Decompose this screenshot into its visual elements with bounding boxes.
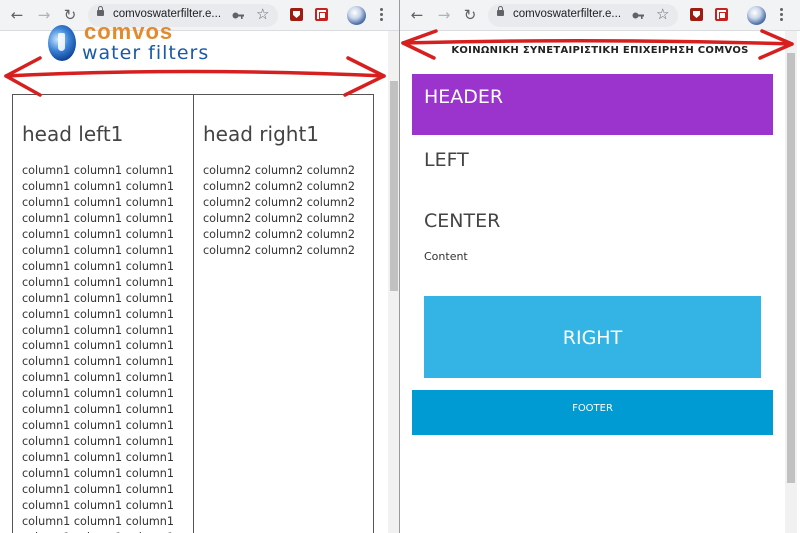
column-line: column1 column1 column1 xyxy=(22,403,175,417)
column-line: column2 column2 column2 xyxy=(203,227,356,241)
column-line: column1 column1 column1 xyxy=(22,243,175,257)
lock-icon xyxy=(97,6,104,16)
left-browser-window: ← → ↻ comvoswaterfilter.e... ☆ comvos wa… xyxy=(0,0,400,533)
column-heading: head left1 xyxy=(22,122,124,146)
column-right: head right1 column2 column2 column2 colum… xyxy=(194,95,374,533)
star-icon[interactable]: ☆ xyxy=(656,6,669,22)
column-line: column1 column1 column1 xyxy=(22,291,175,305)
column-text: column1 column1 column1 column1 column1 c… xyxy=(22,163,174,533)
column-line: column2 column2 column2 xyxy=(203,211,356,225)
column-line: column2 column2 column2 xyxy=(203,179,356,193)
globe-logo-icon xyxy=(48,25,76,61)
column-line: column1 column1 column1 xyxy=(22,339,175,353)
column-line: column1 column1 column1 xyxy=(22,419,175,433)
column-line: column2 column2 column2 xyxy=(203,243,356,257)
column-text: column2 column2 column2 column2 column2 c… xyxy=(203,163,355,259)
site-logo[interactable]: comvos water filters xyxy=(48,19,248,71)
footer-label: FOOTER xyxy=(572,403,613,414)
column-line: column1 column1 column1 xyxy=(22,323,175,337)
column-line: column1 column1 column1 xyxy=(22,164,175,177)
column-heading: head right1 xyxy=(203,122,320,146)
key-icon[interactable] xyxy=(632,10,644,21)
vertical-scrollbar[interactable] xyxy=(388,31,399,533)
right-browser-window: ← → ↻ comvoswaterfilter.e... ☆ ΚΟΙΝΩΝΙΚΗ… xyxy=(400,0,800,533)
two-column-table: head left1 column1 column1 column1 column… xyxy=(12,94,374,533)
footer-section: FOOTER xyxy=(412,390,773,435)
column-line: column1 column1 column1 xyxy=(22,179,175,193)
profile-avatar-icon[interactable] xyxy=(347,6,366,25)
browser-toolbar: ← → ↻ comvoswaterfilter.e... ☆ xyxy=(400,0,800,31)
extension-icon[interactable] xyxy=(715,8,728,21)
column-line: column1 column1 column1 xyxy=(22,275,175,289)
forward-arrow-icon[interactable]: → xyxy=(436,7,452,23)
column-line: column1 column1 column1 xyxy=(22,371,175,385)
back-arrow-icon[interactable]: ← xyxy=(9,7,25,23)
right-section: RIGHT xyxy=(424,296,761,378)
column-line: column1 column1 column1 xyxy=(22,499,175,513)
column-line: column1 column1 column1 xyxy=(22,435,175,449)
forward-arrow-icon[interactable]: → xyxy=(36,7,52,23)
column-left: head left1 column1 column1 column1 column… xyxy=(13,95,194,533)
column-line: column2 column2 column2 xyxy=(203,164,356,177)
lock-icon xyxy=(497,6,504,16)
center-section-label: CENTER xyxy=(424,210,501,232)
column-line: column1 column1 column1 xyxy=(22,211,175,225)
column-line: column1 column1 column1 xyxy=(22,387,175,401)
scrollbar-thumb[interactable] xyxy=(390,81,398,291)
ublock-icon[interactable] xyxy=(290,8,303,21)
content-text: Content xyxy=(424,250,468,263)
extension-icon[interactable] xyxy=(315,8,328,21)
key-icon[interactable] xyxy=(232,10,244,21)
vertical-scrollbar[interactable] xyxy=(785,31,797,533)
header-section: HEADER xyxy=(412,74,773,135)
site-title: ΚΟΙΝΩΝΙΚΗ ΣΥΝΕΤΑΙΡΙΣΤΙΚΗ ΕΠΙΧΕΙΡΗΣΗ COMV… xyxy=(451,45,749,56)
menu-kebab-icon[interactable] xyxy=(780,8,784,23)
column-line: column1 column1 column1 xyxy=(22,307,175,321)
right-label: RIGHT xyxy=(562,327,623,349)
reload-icon[interactable]: ↻ xyxy=(62,7,78,23)
column-line: column1 column1 column1 xyxy=(22,483,175,497)
column-line: column1 column1 column1 xyxy=(22,227,175,241)
menu-kebab-icon[interactable] xyxy=(380,8,384,23)
column-line: column2 column2 column2 xyxy=(203,195,356,209)
star-icon[interactable]: ☆ xyxy=(256,6,269,22)
back-arrow-icon[interactable]: ← xyxy=(409,7,425,23)
column-line: column1 column1 column1 xyxy=(22,451,175,465)
column-line: column1 column1 column1 xyxy=(22,467,175,481)
column-line: column1 column1 column1 xyxy=(22,195,175,209)
address-bar[interactable]: comvoswaterfilter.e... xyxy=(488,4,678,27)
header-label: HEADER xyxy=(424,86,504,108)
ublock-icon[interactable] xyxy=(690,8,703,21)
profile-avatar-icon[interactable] xyxy=(747,6,766,25)
logo-tagline: water filters xyxy=(82,42,210,64)
column-line: column1 column1 column1 xyxy=(22,259,175,273)
scrollbar-thumb[interactable] xyxy=(787,53,795,483)
column-line: column1 column1 column1 xyxy=(22,514,175,528)
left-section-label: LEFT xyxy=(424,149,469,171)
reload-icon[interactable]: ↻ xyxy=(462,7,478,23)
url-text: comvoswaterfilter.e... xyxy=(513,8,622,20)
column-line: column1 column1 column1 xyxy=(22,355,175,369)
